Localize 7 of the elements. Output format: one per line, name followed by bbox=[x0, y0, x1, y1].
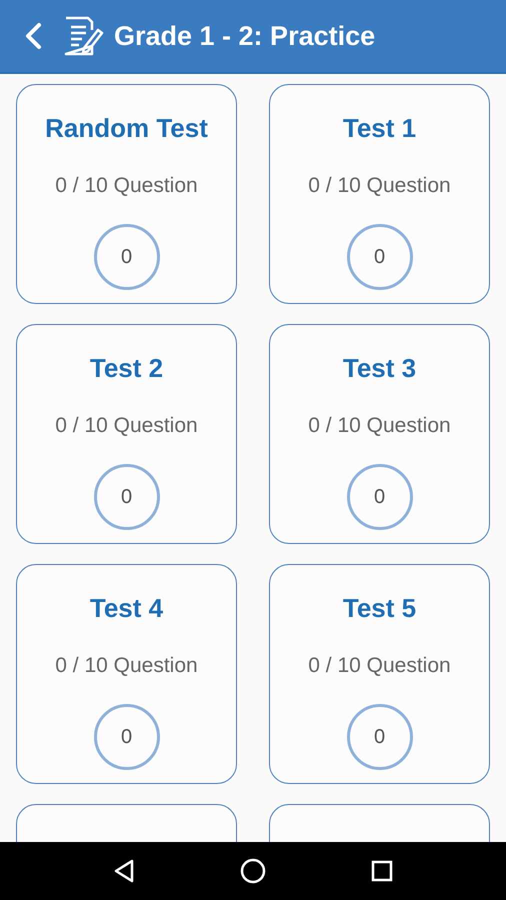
test-title: Random Test bbox=[45, 112, 208, 145]
test-title: Test 5 bbox=[342, 592, 416, 625]
test-title: Test 1 bbox=[342, 112, 416, 145]
test-title: Test 4 bbox=[90, 592, 164, 625]
screen-title: Grade 1 - 2: Practice bbox=[114, 20, 376, 53]
test-title: Test 2 bbox=[90, 352, 164, 385]
test-title: Test 3 bbox=[342, 352, 416, 385]
